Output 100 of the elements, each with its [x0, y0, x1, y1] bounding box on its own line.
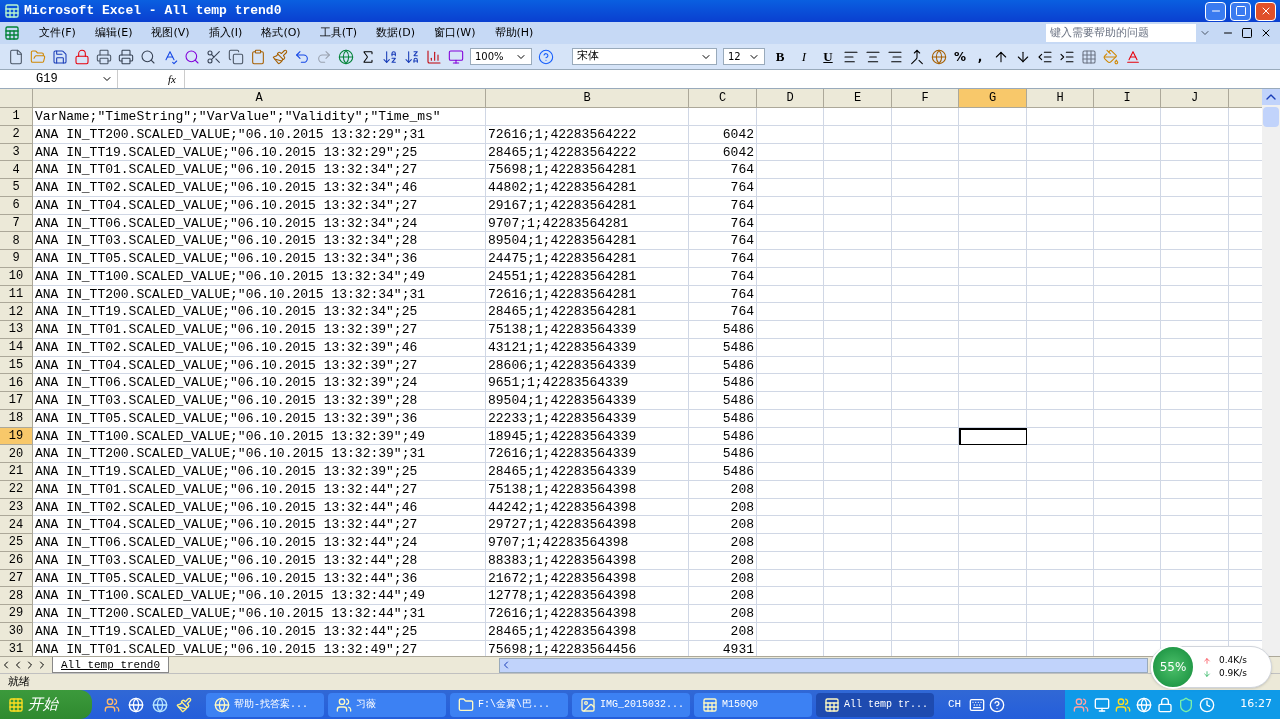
print-icon[interactable] — [96, 48, 112, 65]
percent-button[interactable]: % — [953, 47, 967, 66]
row-header[interactable]: 4 — [0, 161, 33, 179]
scroll-thumb[interactable] — [1263, 107, 1279, 127]
menu-item[interactable]: 窗口(W) — [426, 24, 484, 42]
research-icon[interactable] — [184, 48, 200, 65]
row-header[interactable]: 25 — [0, 534, 33, 552]
row-header[interactable]: 20 — [0, 445, 33, 463]
font-size-dropdown[interactable]: 12 — [723, 48, 765, 65]
row-header[interactable]: 29 — [0, 605, 33, 623]
column-header[interactable]: C — [689, 89, 757, 108]
minimize-button[interactable] — [1205, 1, 1226, 21]
paste-icon[interactable] — [250, 48, 266, 65]
active-cell[interactable] — [959, 427, 1027, 446]
clock-icon[interactable] — [1199, 696, 1215, 713]
italic-button[interactable]: I — [795, 46, 813, 67]
table-cell — [1027, 338, 1094, 357]
column-header[interactable]: D — [757, 89, 824, 108]
taskbar-item[interactable]: IMG_2015032... — [572, 692, 690, 717]
start-button[interactable]: 开始 — [0, 690, 92, 719]
font-color-icon[interactable] — [1125, 48, 1141, 65]
fill-color-icon[interactable] — [1103, 48, 1119, 65]
menu-item[interactable]: 数据(D) — [367, 24, 424, 42]
zoom-dropdown[interactable]: 100% — [470, 48, 532, 65]
menu-item[interactable]: 工具(T) — [311, 24, 365, 42]
column-header[interactable]: A — [33, 89, 486, 108]
row-header[interactable]: 24 — [0, 516, 33, 534]
row-header[interactable]: 8 — [0, 232, 33, 250]
font-dropdown[interactable]: 宋体 — [572, 48, 717, 65]
merge-center-icon[interactable] — [909, 48, 925, 65]
chart-icon[interactable] — [426, 48, 442, 65]
bold-button[interactable]: B — [771, 46, 789, 67]
row-header[interactable]: 9 — [0, 250, 33, 268]
cut-icon[interactable] — [206, 48, 222, 65]
taskbar-item[interactable]: All temp tr... — [816, 692, 934, 717]
column-header[interactable]: I — [1094, 89, 1161, 108]
menu-item[interactable]: 编辑(E) — [86, 24, 141, 42]
row-header[interactable]: 13 — [0, 321, 33, 339]
menu-item[interactable]: 插入(I) — [200, 24, 251, 42]
taskbar-item[interactable]: M150Q0 — [694, 692, 812, 717]
function-label[interactable]: fx — [168, 70, 176, 88]
sort-descending-icon[interactable] — [404, 48, 420, 65]
column-header[interactable]: J — [1161, 89, 1229, 108]
restore-icon[interactable] — [1241, 27, 1253, 39]
globe-icon[interactable] — [1136, 696, 1152, 713]
row-header[interactable]: 1 — [0, 108, 33, 126]
table-cell: 28465;1;42283564398 — [486, 622, 689, 641]
menu-item[interactable]: 格式(O) — [253, 24, 309, 42]
clock: 16:27 — [1240, 696, 1272, 713]
row-header[interactable]: 21 — [0, 463, 33, 481]
save-icon[interactable] — [52, 48, 68, 65]
close-button[interactable] — [1255, 1, 1276, 21]
undo-icon[interactable] — [294, 48, 310, 65]
borders-icon[interactable] — [1081, 48, 1097, 65]
comma-button[interactable]: , — [973, 47, 987, 66]
browser-icon[interactable] — [128, 696, 144, 713]
help-icon[interactable] — [538, 48, 554, 65]
table-cell: 28465;1;42283564222 — [486, 143, 689, 162]
language-indicator[interactable]: CH — [948, 696, 962, 713]
row-header[interactable]: 16 — [0, 374, 33, 392]
table-cell — [1094, 125, 1161, 144]
workbook-icon[interactable] — [4, 25, 20, 41]
row-header[interactable]: 12 — [0, 303, 33, 321]
horizontal-scrollbar[interactable] — [499, 657, 1148, 673]
row-header[interactable]: 28 — [0, 587, 33, 605]
underline-button[interactable]: U — [819, 46, 837, 67]
column-header[interactable]: H — [1027, 89, 1094, 108]
keyboard-icon[interactable] — [969, 696, 986, 713]
hyperlink-icon[interactable] — [338, 48, 354, 65]
help-search-field[interactable]: 键入需要帮助的问题 — [1046, 24, 1196, 42]
menu-item[interactable]: 视图(V) — [143, 24, 198, 42]
taskbar-item[interactable]: 帮助-找答案... — [206, 692, 324, 717]
format-painter-icon[interactable] — [272, 48, 288, 65]
close-icon[interactable] — [1260, 27, 1272, 39]
restore-button[interactable] — [1230, 1, 1251, 21]
table-cell: 89504;1;42283564339 — [486, 392, 689, 410]
sort-ascending-icon[interactable] — [382, 48, 398, 65]
lock-icon[interactable] — [1157, 696, 1173, 713]
copy-icon[interactable] — [228, 48, 244, 65]
printer-icon[interactable] — [118, 48, 134, 65]
spelling-icon[interactable] — [162, 48, 178, 65]
taskbar-item[interactable]: 习薇 — [328, 692, 446, 717]
column-header[interactable]: E — [824, 89, 892, 108]
shield-icon[interactable] — [1178, 696, 1194, 713]
taskbar-item[interactable]: F:\金翼\巴... — [450, 692, 568, 717]
column-header[interactable]: B — [486, 89, 689, 108]
scroll-up-icon[interactable] — [1262, 89, 1280, 105]
table-cell: 764 — [689, 285, 757, 304]
row-header[interactable]: 5 — [0, 179, 33, 197]
new-file-icon[interactable] — [8, 48, 24, 65]
sheet-tab[interactable]: All temp trend0 — [52, 657, 170, 673]
vertical-scrollbar[interactable] — [1262, 89, 1280, 656]
print-preview-icon[interactable] — [140, 48, 156, 65]
menu-item[interactable]: 帮助(H) — [486, 24, 542, 42]
name-box[interactable]: G19 — [0, 70, 118, 88]
column-header[interactable]: G — [959, 89, 1027, 108]
open-folder-icon[interactable] — [30, 48, 46, 65]
menu-item[interactable]: 文件(F) — [31, 24, 84, 42]
row-header[interactable]: 17 — [0, 392, 33, 410]
autosum-icon[interactable] — [360, 48, 376, 65]
